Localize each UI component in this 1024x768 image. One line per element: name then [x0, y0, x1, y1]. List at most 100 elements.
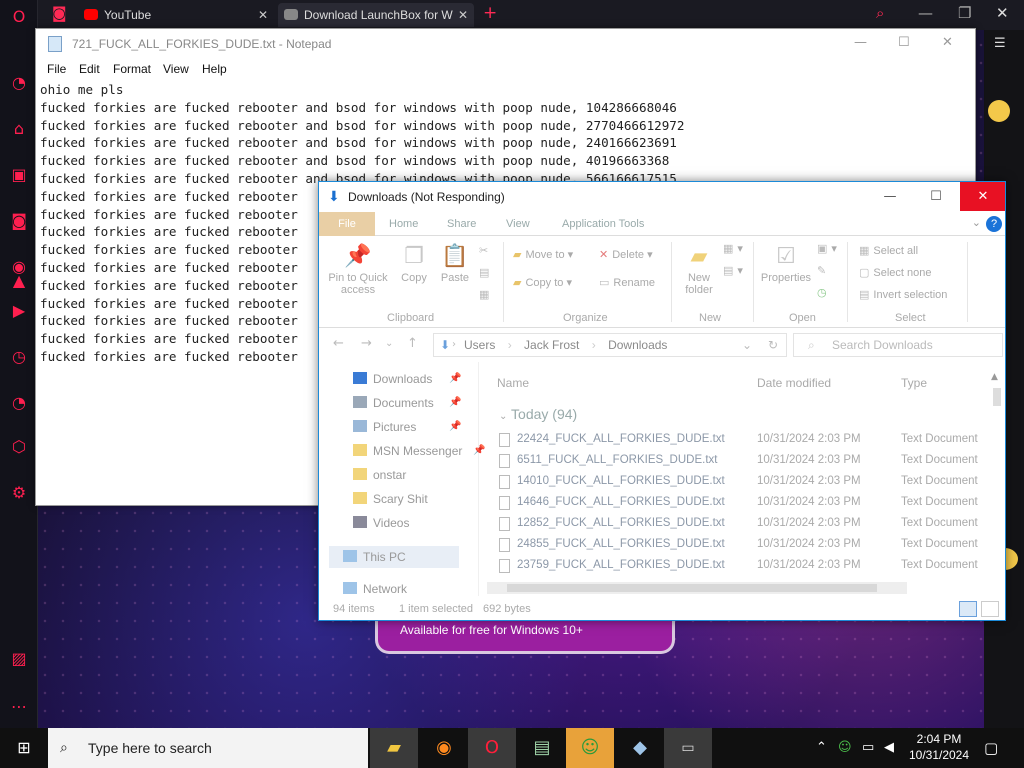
- menu-format[interactable]: Format: [113, 62, 151, 76]
- up-arrow-icon[interactable]: ↑: [407, 336, 418, 351]
- invert-selection-button[interactable]: ▤ Invert selection: [859, 288, 947, 301]
- menu-help[interactable]: Help: [202, 62, 227, 76]
- pin-quick-access-button[interactable]: 📌 Pin to Quick access: [325, 244, 391, 296]
- volume-icon[interactable]: ◀: [884, 728, 894, 768]
- speed-dial-icon[interactable]: ◔: [8, 72, 30, 94]
- start-button[interactable]: ⊞: [0, 728, 48, 768]
- move-to-button[interactable]: ▰ Move to ▾: [513, 248, 573, 261]
- maximize-button[interactable]: ☐: [898, 35, 910, 50]
- help-button[interactable]: ?: [986, 216, 1002, 232]
- edit-icon[interactable]: ✎: [817, 264, 830, 277]
- nav-network[interactable]: Network: [343, 578, 407, 600]
- tab-launchbox[interactable]: Download LaunchBox for W ✕: [278, 3, 474, 27]
- nav-item[interactable]: onstar: [353, 464, 406, 486]
- close-tab-icon[interactable]: ✕: [258, 3, 268, 27]
- column-name[interactable]: Name: [497, 376, 529, 390]
- menu-edit[interactable]: Edit: [79, 62, 100, 76]
- vertical-scrollbar[interactable]: ▲: [991, 372, 1003, 582]
- new-item-icon[interactable]: ▦ ▾: [723, 242, 743, 255]
- paste-shortcut-icon[interactable]: ▦: [479, 288, 493, 301]
- menu-file[interactable]: File: [47, 62, 66, 76]
- opera-taskbar-icon[interactable]: O: [468, 728, 516, 768]
- notepad-taskbar-icon[interactable]: ▤: [518, 728, 566, 768]
- column-type[interactable]: Type: [901, 376, 927, 390]
- minimize-icon[interactable]: —: [918, 4, 933, 22]
- breadcrumb-downloads[interactable]: Downloads: [608, 334, 667, 356]
- aria-icon[interactable]: ▲: [8, 270, 30, 292]
- file-row[interactable]: 22424_FUCK_ALL_FORKIES_DUDE.txt 10/31/202…: [499, 430, 999, 451]
- breadcrumb-jack-frost[interactable]: Jack Frost: [524, 334, 579, 356]
- tab-view[interactable]: View: [496, 212, 540, 236]
- delete-button[interactable]: ✕ Delete ▾: [599, 248, 653, 261]
- minimize-button[interactable]: —: [867, 182, 913, 211]
- nav-item[interactable]: Scary Shit: [353, 488, 428, 510]
- notepad-titlebar[interactable]: 721_FUCK_ALL_FORKIES_DUDE.txt - Notepad …: [36, 29, 975, 59]
- properties-button[interactable]: ☑ Properties: [757, 244, 815, 284]
- bag-icon[interactable]: ⌂: [8, 118, 30, 140]
- cube-icon[interactable]: ⬡: [8, 436, 30, 458]
- group-header-today[interactable]: ⌄ Today (94): [499, 406, 577, 422]
- network-tray-icon[interactable]: ▭: [862, 728, 874, 768]
- player-icon[interactable]: ▶: [8, 300, 30, 322]
- file-row[interactable]: 24855_FUCK_ALL_FORKIES_DUDE.txt 10/31/202…: [499, 535, 999, 556]
- history-icon[interactable]: ◷: [817, 286, 831, 299]
- tab-application-tools[interactable]: Application Tools: [552, 212, 654, 236]
- column-date-modified[interactable]: Date modified: [757, 376, 831, 390]
- file-row[interactable]: 14646_FUCK_ALL_FORKIES_DUDE.txt 10/31/202…: [499, 493, 999, 514]
- scroll-up-icon[interactable]: ▲: [991, 372, 998, 382]
- file-explorer-taskbar-icon[interactable]: ▰: [370, 728, 418, 768]
- rename-button[interactable]: ▭ Rename: [599, 276, 655, 289]
- open-icon[interactable]: ▣ ▾: [817, 242, 837, 255]
- minimize-button[interactable]: —: [854, 35, 867, 50]
- search-tabs-icon[interactable]: ⌕: [876, 4, 884, 22]
- taskbar-search-box[interactable]: ⌕ Type here to search: [48, 728, 368, 768]
- clock-icon[interactable]: ◔: [8, 392, 30, 414]
- file-row[interactable]: 12852_FUCK_ALL_FORKIES_DUDE.txt 10/31/202…: [499, 514, 999, 535]
- messenger-taskbar-icon[interactable]: ☺: [566, 728, 614, 768]
- tab-icon-red[interactable]: ◙: [52, 4, 67, 22]
- twitch-icon[interactable]: ▣: [8, 164, 30, 186]
- image-icon[interactable]: ▨: [8, 648, 30, 670]
- close-button[interactable]: ✕: [960, 182, 1005, 211]
- close-window-icon[interactable]: ✕: [996, 4, 1009, 22]
- file-row[interactable]: 14010_FUCK_ALL_FORKIES_DUDE.txt 10/31/202…: [499, 472, 999, 493]
- back-arrow-icon[interactable]: ←: [333, 336, 344, 351]
- search-field[interactable]: ⌕ Search Downloads: [793, 333, 1003, 357]
- messenger-tray-icon[interactable]: ☺: [838, 728, 852, 768]
- history-icon[interactable]: ◷: [8, 346, 30, 368]
- tab-youtube[interactable]: YouTube ✕: [78, 3, 274, 27]
- forward-arrow-icon[interactable]: →: [361, 336, 372, 351]
- easy-access-icon[interactable]: ▤ ▾: [723, 264, 743, 277]
- nav-item[interactable]: Videos: [353, 512, 409, 534]
- horizontal-scrollbar[interactable]: [487, 582, 907, 594]
- show-hidden-icons-icon[interactable]: ⌃: [816, 728, 827, 768]
- copy-button[interactable]: ❐ Copy: [397, 244, 431, 284]
- file-row[interactable]: 23759_FUCK_ALL_FORKIES_DUDE.txt 10/31/202…: [499, 556, 999, 577]
- nav-item[interactable]: Documents 📌: [353, 392, 461, 414]
- details-view-icon[interactable]: [959, 601, 977, 617]
- more-icon[interactable]: ⋯: [8, 696, 30, 718]
- scroll-thumb[interactable]: [507, 584, 877, 592]
- cut-icon[interactable]: ✂: [479, 244, 492, 257]
- restore-icon[interactable]: ❐: [958, 4, 971, 22]
- file-row[interactable]: 6511_FUCK_ALL_FORKIES_DUDE.txt 10/31/2024…: [499, 451, 999, 472]
- copy-path-icon[interactable]: ▤: [479, 266, 493, 279]
- tab-file[interactable]: File: [319, 212, 375, 236]
- explorer-titlebar[interactable]: ⬇ Downloads (Not Responding) — ☐ ✕: [319, 182, 1005, 212]
- taskbar-clock[interactable]: 2:04 PM 10/31/2024: [906, 731, 972, 763]
- recent-dropdown-icon[interactable]: ⌄: [385, 338, 393, 349]
- scroll-thumb[interactable]: [993, 388, 1001, 406]
- notification-icon[interactable]: ▢: [984, 728, 998, 768]
- nav-item[interactable]: Pictures 📌: [353, 416, 461, 438]
- select-all-button[interactable]: ▦ Select all: [859, 244, 918, 257]
- tab-share[interactable]: Share: [437, 212, 486, 236]
- easy-setup-icon[interactable]: ☰: [994, 36, 1006, 51]
- nav-item[interactable]: MSN Messenger 📌: [353, 440, 485, 462]
- paste-button[interactable]: 📋 Paste: [437, 244, 473, 284]
- copy-to-button[interactable]: ▰ Copy to ▾: [513, 276, 572, 289]
- discord-icon[interactable]: ◙: [8, 210, 30, 232]
- new-tab-button[interactable]: +: [483, 3, 497, 23]
- settings-gear-icon[interactable]: ⚙: [8, 482, 30, 504]
- collapse-ribbon-icon[interactable]: ⌄: [972, 216, 981, 229]
- refresh-icon[interactable]: ↻: [768, 334, 778, 356]
